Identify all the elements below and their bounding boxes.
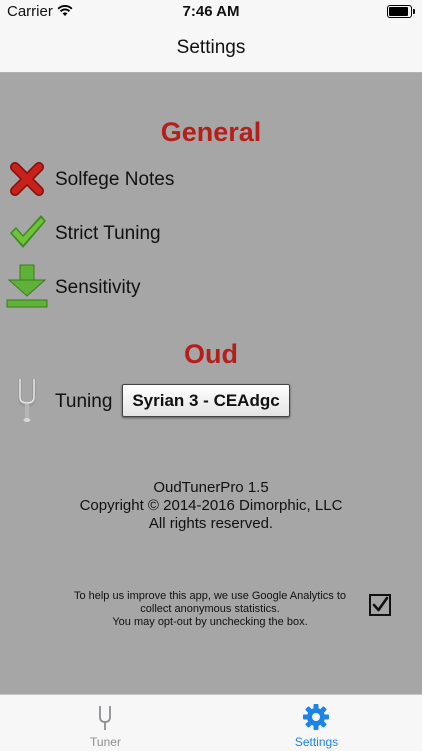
tab-bar: Tuner Settings [0, 694, 422, 751]
analytics-notice: To help us improve this app, we use Goog… [50, 590, 370, 629]
clock: 7:46 AM [182, 3, 240, 20]
tab-settings-label: Settings [294, 735, 339, 749]
strict-tuning-label: Strict Tuning [55, 223, 161, 244]
oud-section-title: Oud [184, 339, 238, 369]
general-section-title: General [160, 117, 262, 147]
solfege-notes-label: Solfege Notes [55, 169, 175, 190]
tab-tuner[interactable]: Tuner [0, 695, 211, 751]
analytics-line-3: You may opt-out by unchecking the box. [112, 616, 308, 628]
status-bar: Carrier 7:46 AM [0, 0, 422, 24]
navigation-bar: Settings [0, 24, 422, 73]
gear-icon [303, 704, 329, 730]
tab-settings[interactable]: Settings [211, 695, 422, 751]
copyright-text: Copyright © 2014-2016 Dimorphic, LLC [79, 497, 343, 514]
tuning-fork-icon [99, 706, 111, 730]
rights-text: All rights reserved. [148, 515, 274, 532]
check-mark-icon[interactable] [7, 213, 47, 251]
app-version: OudTunerPro 1.5 [153, 479, 269, 496]
sensitivity-label: Sensitivity [55, 277, 141, 298]
battery-icon [387, 5, 415, 18]
analytics-opt-in-checkbox[interactable] [369, 594, 391, 616]
battery-fill [389, 7, 408, 16]
page-title: Settings [176, 37, 246, 58]
x-mark-icon[interactable] [9, 161, 45, 197]
checkmark-icon [372, 596, 389, 612]
tuning-label: Tuning [55, 391, 113, 412]
down-arrow-icon[interactable] [6, 263, 48, 309]
analytics-line-1: To help us improve this app, we use Goog… [73, 590, 347, 602]
tuning-fork-icon [18, 379, 36, 422]
tab-tuner-label: Tuner [90, 735, 121, 749]
tuning-select-button[interactable]: Syrian 3 - CEAdgc [122, 384, 290, 417]
analytics-line-2: collect anonymous statistics. [140, 603, 280, 615]
